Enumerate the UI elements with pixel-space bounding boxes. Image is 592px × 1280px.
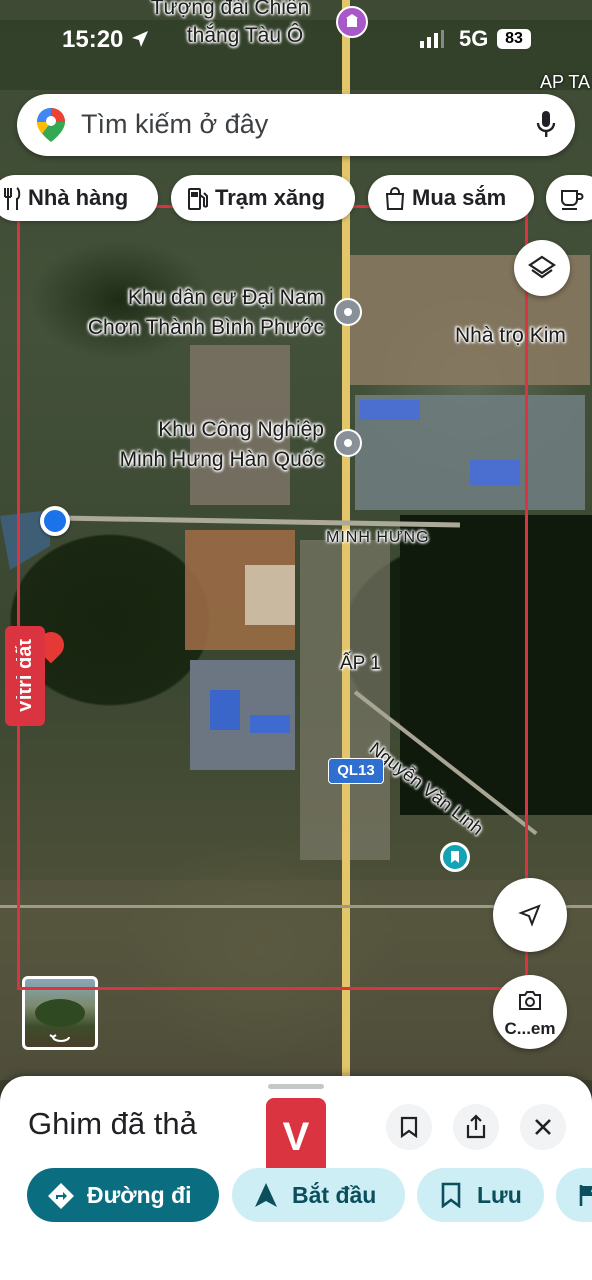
sheet-title: Ghim đã thả (28, 1106, 197, 1141)
close-icon (535, 1119, 551, 1135)
thumbnail-tree (35, 999, 85, 1027)
chip-label: Trạm xăng (215, 185, 326, 210)
chip-label: Mua sắm (412, 185, 507, 210)
save-button[interactable]: Lưu (417, 1168, 544, 1222)
share-button[interactable] (453, 1104, 499, 1150)
save-label: Lưu (477, 1182, 522, 1208)
bookmark-icon (441, 1182, 461, 1208)
save-icon-button[interactable] (386, 1104, 432, 1150)
start-button[interactable]: Bắt đầu (232, 1168, 405, 1222)
directions-button[interactable]: Đường đi (27, 1168, 219, 1222)
bookmark-icon (400, 1116, 418, 1138)
chip-shopping[interactable]: Mua sắm (368, 175, 534, 221)
flag-icon (579, 1185, 592, 1206)
location-arrow-icon (132, 31, 149, 47)
map-label-corner: AP TA (540, 72, 591, 92)
navigation-arrow-icon (255, 1183, 277, 1207)
search-input[interactable]: Tìm kiếm ở đây (81, 109, 268, 140)
battery-icon: 83 (497, 29, 531, 49)
monument-pin-icon[interactable] (336, 6, 368, 38)
close-button[interactable] (520, 1104, 566, 1150)
fork-knife-icon (4, 187, 21, 211)
layers-button[interactable] (514, 240, 570, 296)
google-maps-logo-icon (37, 108, 65, 142)
chip-label: Nhà hàng (28, 185, 129, 210)
status-time-text: 15:20 (62, 26, 124, 53)
layers-icon (528, 255, 556, 279)
directions-icon (48, 1183, 74, 1209)
my-location-button[interactable] (493, 878, 567, 952)
sheet-drag-handle[interactable] (268, 1084, 324, 1089)
search-bar[interactable]: Tìm kiếm ở đây (17, 94, 575, 156)
chip-restaurants[interactable]: Nhà hàng (0, 175, 158, 221)
chip-gas-stations[interactable]: Trạm xăng (171, 175, 355, 221)
camera-icon (519, 991, 541, 1010)
navigation-arrow-outline-icon (518, 904, 541, 927)
overlay-logo: V (266, 1098, 326, 1176)
network-label: 5G (459, 26, 489, 51)
rotate-360-icon (49, 1034, 70, 1042)
place-bottom-sheet[interactable]: Ghim đã thả V Đường đi Bắt đầu Lưu (0, 1076, 592, 1280)
annotation-frame (17, 205, 528, 990)
camera-button-label: C...em (504, 1019, 556, 1038)
directions-label: Đường đi (87, 1182, 192, 1208)
coffee-cup-icon (561, 190, 584, 211)
gas-station-icon (188, 188, 208, 211)
chip-coffee[interactable] (546, 175, 592, 221)
signal-icon (420, 30, 444, 53)
microphone-icon[interactable] (535, 110, 557, 140)
map-label-top-place-2: thắng Tàu Ô (186, 24, 304, 47)
camera-search-button[interactable]: C...em (493, 975, 567, 1049)
shopping-bag-icon (385, 187, 405, 211)
status-time: 15:20 (62, 26, 150, 54)
start-label: Bắt đầu (292, 1182, 377, 1208)
share-icon (466, 1114, 486, 1139)
more-actions-button[interactable] (556, 1168, 592, 1222)
